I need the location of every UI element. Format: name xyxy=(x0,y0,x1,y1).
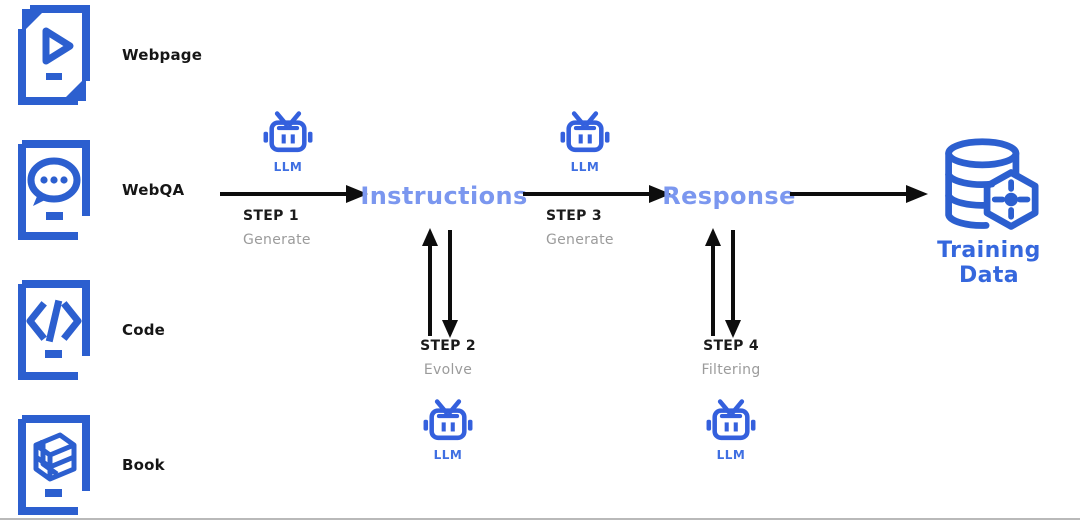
step-title-1: STEP 1 xyxy=(243,208,299,224)
source-label-book: Book xyxy=(122,456,165,474)
arrow-to-training-data xyxy=(790,185,928,203)
llm-caption-step3: LLM xyxy=(570,160,600,174)
robot-icon xyxy=(403,396,493,447)
step-title-4: STEP 4 xyxy=(703,338,759,354)
node-response: Response xyxy=(662,182,796,210)
arrow-step3 xyxy=(523,185,671,203)
step-subtitle-3: Generate xyxy=(546,232,614,248)
step-block-2: STEP 2 Evolve xyxy=(420,338,476,378)
arrow-step4-bidirectional xyxy=(705,228,741,338)
diagram-canvas: Webpage WebQA Code Book LLM STEP 1 Gener… xyxy=(0,0,1080,520)
source-row-book: Book xyxy=(0,410,230,518)
robot-icon xyxy=(243,108,333,159)
code-document-icon xyxy=(16,278,92,382)
llm-caption-step4: LLM xyxy=(716,448,746,462)
step-subtitle-2: Evolve xyxy=(423,362,473,378)
robot-icon xyxy=(686,396,776,447)
source-row-webqa: WebQA xyxy=(0,135,230,245)
arrow-step1 xyxy=(220,185,368,203)
chat-document-icon xyxy=(16,138,92,242)
source-label-webpage: Webpage xyxy=(122,46,203,64)
cube-document-icon xyxy=(16,413,92,517)
step-block-3: STEP 3 Generate xyxy=(546,208,614,248)
llm-node-step3: LLM xyxy=(540,108,630,174)
source-label-code: Code xyxy=(122,321,166,339)
step-title-3: STEP 3 xyxy=(546,208,602,224)
source-label-webqa: WebQA xyxy=(122,181,185,199)
source-row-webpage: Webpage xyxy=(0,0,230,110)
database-node-icon xyxy=(936,136,1042,236)
llm-caption-step2: LLM xyxy=(433,448,463,462)
llm-node-step1: LLM xyxy=(243,108,333,174)
robot-icon xyxy=(540,108,630,159)
llm-node-step4: LLM xyxy=(686,396,776,462)
training-data-output: Training Data xyxy=(936,136,1042,288)
arrow-step2-bidirectional xyxy=(422,228,458,338)
source-row-code: Code xyxy=(0,275,230,385)
webpage-document-icon xyxy=(16,3,92,107)
step-subtitle-1: Generate xyxy=(243,232,311,248)
step-title-2: STEP 2 xyxy=(420,338,476,354)
training-data-label: Training Data xyxy=(937,238,1041,288)
step-block-1: STEP 1 Generate xyxy=(243,208,311,248)
llm-caption-step1: LLM xyxy=(273,160,303,174)
step-subtitle-4: Filtering xyxy=(701,362,761,378)
step-block-4: STEP 4 Filtering xyxy=(701,338,760,378)
llm-node-step2: LLM xyxy=(403,396,493,462)
node-instructions: Instructions xyxy=(360,182,528,210)
